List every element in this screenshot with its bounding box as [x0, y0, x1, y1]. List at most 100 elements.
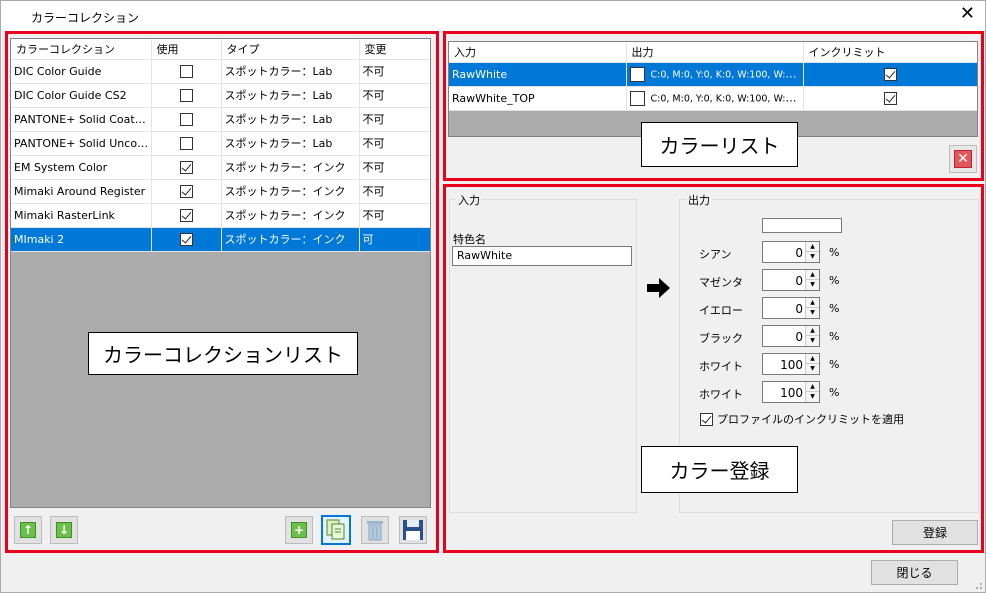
color-input: RawWhite_TOP [449, 86, 627, 111]
spin-down-icon[interactable]: ▼ [806, 280, 819, 290]
arrow-right-icon [647, 278, 670, 298]
channel-label: シアン [699, 248, 732, 261]
color-output-cell: C:0, M:0, Y:0, K:0, W:100, W:100 [626, 62, 804, 87]
copy-collection-button[interactable] [321, 515, 351, 545]
column-header-type[interactable]: タイプ [221, 39, 360, 60]
use-checkbox[interactable] [179, 88, 193, 102]
spot-name-label: 特色名 [453, 233, 486, 246]
plus-icon: + [291, 522, 307, 538]
collection-change: 不可 [359, 83, 430, 108]
delete-icon: ✕ [954, 150, 972, 168]
collection-row[interactable]: DIC Color Guide スポットカラー：Lab 不可 [11, 59, 430, 84]
collection-change: 不可 [359, 155, 430, 180]
column-header-change[interactable]: 変更 [359, 39, 430, 60]
collection-name: PANTONE+ Solid Uncoa... [11, 131, 152, 156]
spin-down-icon[interactable]: ▼ [806, 252, 819, 262]
color-row[interactable]: RawWhite_TOP C:0, M:0, Y:0, K:0, W:100, W… [449, 86, 977, 111]
use-checkbox[interactable] [179, 184, 193, 198]
color-output: C:0, M:0, Y:0, K:0, W:100, W:100 [650, 93, 803, 104]
channel-value: 0 [795, 246, 803, 260]
channel-value: 0 [795, 330, 803, 344]
collection-row[interactable]: EM System Color スポットカラー：インク 不可 [11, 155, 430, 180]
spot-name-field[interactable]: RawWhite [452, 246, 632, 266]
collection-change: 可 [359, 227, 430, 252]
collection-type: スポットカラー：Lab [221, 59, 360, 84]
register-button[interactable]: 登録 [892, 520, 978, 545]
collection-row[interactable]: PANTONE+ Solid Uncoa... スポットカラー：Lab 不可 [11, 131, 430, 156]
use-checkbox[interactable] [179, 208, 193, 222]
apply-ink-limit-checkbox[interactable]: プロファイルのインクリミットを適用 [700, 411, 904, 427]
add-collection-button[interactable]: + [285, 516, 313, 544]
output-color-preview [762, 218, 842, 233]
spin-up-icon[interactable]: ▲ [806, 242, 819, 252]
channel-spinner[interactable]: 0 ▲ ▼ [762, 297, 820, 319]
channel-label: ホワイト [699, 388, 743, 401]
use-cell [151, 179, 222, 204]
collection-type: スポットカラー：インク [221, 155, 360, 180]
use-checkbox[interactable] [179, 232, 193, 246]
use-cell [151, 203, 222, 228]
use-checkbox[interactable] [179, 112, 193, 126]
color-swatch [629, 90, 645, 106]
output-group-title: 出力 [686, 192, 712, 208]
collection-name: DIC Color Guide CS2 [11, 83, 152, 108]
spinner-arrows: ▲ ▼ [805, 298, 819, 318]
move-up-button[interactable]: ↑ [14, 516, 42, 544]
collection-list-callout: カラーコレクションリスト [88, 332, 358, 375]
collection-row[interactable]: Mimaki RasterLink スポットカラー：インク 不可 [11, 203, 430, 228]
channel-value: 0 [795, 302, 803, 316]
column-header-input[interactable]: 入力 [449, 42, 627, 63]
resize-grip-icon[interactable] [973, 580, 983, 590]
apply-ink-limit-box[interactable] [700, 412, 713, 426]
color-row[interactable]: RawWhite C:0, M:0, Y:0, K:0, W:100, W:100 [449, 62, 977, 87]
percent-label: % [829, 358, 840, 371]
channel-spinner[interactable]: 0 ▲ ▼ [762, 325, 820, 347]
color-collection-dialog: カラーコレクション ✕ カラーコレクション 使用 タイプ 変更 DIC Colo… [0, 0, 986, 593]
close-button[interactable]: 閉じる [871, 560, 958, 585]
save-collection-button[interactable] [399, 516, 427, 544]
collection-row[interactable]: MImaki 2 スポットカラー：インク可 [11, 227, 430, 252]
collection-change: 不可 [359, 179, 430, 204]
color-register-callout: カラー登録 [641, 446, 798, 493]
channel-spinner[interactable]: 100 ▲ ▼ [762, 381, 820, 403]
move-down-button[interactable]: ↓ [50, 516, 78, 544]
spin-up-icon[interactable]: ▲ [806, 270, 819, 280]
spin-down-icon[interactable]: ▼ [806, 308, 819, 318]
spin-down-icon[interactable]: ▼ [806, 364, 819, 374]
collection-type: スポットカラー：インク [221, 203, 360, 228]
collection-grid[interactable]: カラーコレクション 使用 タイプ 変更 DIC Color Guide スポットカ… [10, 38, 431, 508]
use-cell [151, 107, 222, 132]
ink-limit-checkbox[interactable] [883, 67, 897, 81]
channel-spinner[interactable]: 0 ▲ ▼ [762, 241, 820, 263]
use-cell [151, 83, 222, 108]
delete-color-button[interactable]: ✕ [949, 145, 977, 173]
spin-up-icon[interactable]: ▲ [806, 382, 819, 392]
channel-spinner[interactable]: 0 ▲ ▼ [762, 269, 820, 291]
spin-up-icon[interactable]: ▲ [806, 354, 819, 364]
column-header-ink-limit[interactable]: インクリミット [803, 42, 977, 63]
use-checkbox[interactable] [179, 64, 193, 78]
trash-icon [367, 521, 383, 541]
collection-row[interactable]: DIC Color Guide CS2 スポットカラー：Lab 不可 [11, 83, 430, 108]
close-icon[interactable]: ✕ [960, 5, 975, 23]
channel-spinner[interactable]: 100 ▲ ▼ [762, 353, 820, 375]
spin-up-icon[interactable]: ▲ [806, 326, 819, 336]
collection-name: Mimaki Around Register [11, 179, 152, 204]
delete-collection-button[interactable] [361, 516, 389, 544]
spinner-arrows: ▲ ▼ [805, 270, 819, 290]
collection-row[interactable]: Mimaki Around Register スポットカラー：インク 不可 [11, 179, 430, 204]
collection-type: スポットカラー：インク [221, 179, 360, 204]
input-group-title: 入力 [456, 192, 482, 208]
use-checkbox[interactable] [179, 136, 193, 150]
column-header-output[interactable]: 出力 [626, 42, 804, 63]
collection-row[interactable]: PANTONE+ Solid Coate... スポットカラー：Lab 不可 [11, 107, 430, 132]
percent-label: % [829, 246, 840, 259]
spin-down-icon[interactable]: ▼ [806, 392, 819, 402]
copy-icon [326, 519, 345, 540]
spin-up-icon[interactable]: ▲ [806, 298, 819, 308]
ink-limit-checkbox[interactable] [883, 91, 897, 105]
spin-down-icon[interactable]: ▼ [806, 336, 819, 346]
use-checkbox[interactable] [179, 160, 193, 174]
column-header-use[interactable]: 使用 [151, 39, 222, 60]
column-header-collection[interactable]: カラーコレクション [11, 39, 152, 60]
